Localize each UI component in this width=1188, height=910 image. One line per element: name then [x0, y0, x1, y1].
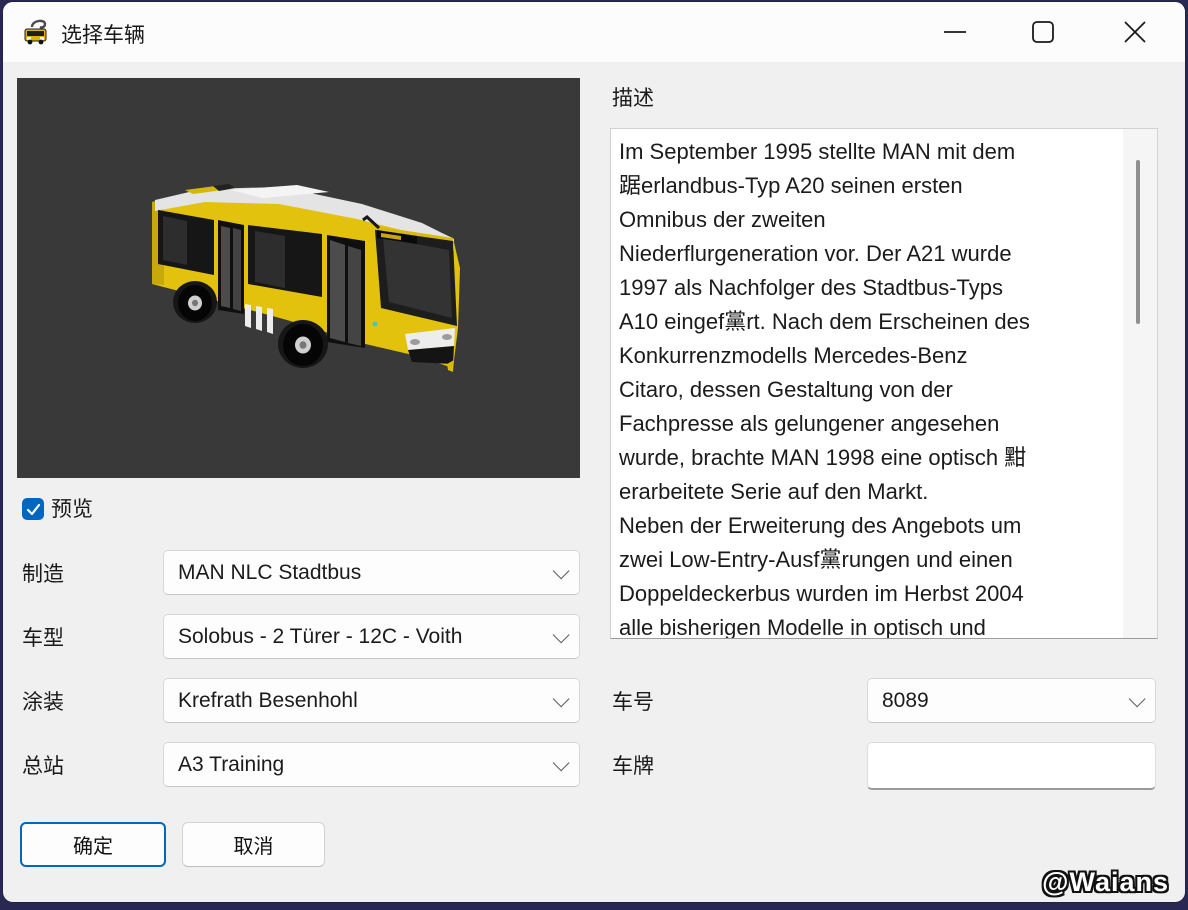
maximize-button[interactable] [1014, 10, 1072, 54]
preview-checkbox[interactable] [22, 498, 44, 520]
manufacturer-label: 制造 [22, 562, 64, 586]
livery-value: Krefrath Besenhohl [178, 688, 358, 712]
chevron-down-icon [552, 753, 570, 771]
chevron-down-icon [1128, 689, 1146, 707]
preview-checkbox-label: 预览 [51, 498, 93, 521]
minimize-button[interactable] [926, 10, 984, 54]
livery-label: 涂装 [22, 690, 64, 714]
close-icon [1124, 21, 1146, 43]
cancel-button-label: 取消 [233, 836, 274, 858]
minimize-icon [944, 31, 966, 33]
maximize-icon [1032, 21, 1054, 43]
model-value: Solobus - 2 Türer - 12C - Voith [178, 624, 463, 648]
license-plate-label: 车牌 [612, 754, 654, 778]
window-title: 选择车辆 [61, 24, 145, 47]
livery-dropdown[interactable]: Krefrath Besenhohl [163, 678, 580, 723]
depot-value: A3 Training [178, 752, 285, 776]
fleet-number-dropdown[interactable]: 8089 [867, 678, 1156, 723]
bus-preview-image [17, 78, 580, 478]
description-label: 描述 [612, 87, 654, 110]
checkmark-icon [26, 503, 40, 515]
model-label: 车型 [22, 626, 64, 650]
select-vehicle-dialog: 选择车辆 预览 制造 MAN NLC Stadtbus 车型 Solobus -… [3, 2, 1185, 902]
vehicle-preview-viewport [17, 78, 580, 478]
chevron-down-icon [552, 689, 570, 707]
close-button[interactable] [1106, 10, 1164, 54]
ok-button-label: 确定 [73, 836, 113, 858]
fleet-number-label: 车号 [612, 690, 654, 714]
manufacturer-value: MAN NLC Stadtbus [178, 560, 362, 584]
description-text: Im September 1995 stellte MAN mit dem 踞e… [619, 139, 1030, 638]
fleet-number-value: 8089 [882, 688, 929, 712]
scrollbar-track [1123, 129, 1157, 638]
watermark: @Waians [1042, 867, 1169, 897]
scrollbar-thumb[interactable] [1136, 160, 1140, 324]
chevron-down-icon [552, 561, 570, 579]
depot-dropdown[interactable]: A3 Training [163, 742, 580, 787]
app-bus-icon [24, 19, 47, 45]
ok-button[interactable]: 确定 [20, 822, 166, 867]
cancel-button[interactable]: 取消 [182, 822, 325, 867]
description-box[interactable]: Im September 1995 stellte MAN mit dem 踞e… [610, 128, 1158, 639]
depot-label: 总站 [22, 754, 64, 778]
manufacturer-dropdown[interactable]: MAN NLC Stadtbus [163, 550, 580, 595]
titlebar: 选择车辆 [3, 2, 1185, 62]
license-plate-input[interactable] [867, 742, 1156, 790]
chevron-down-icon [552, 625, 570, 643]
model-dropdown[interactable]: Solobus - 2 Türer - 12C - Voith [163, 614, 580, 659]
